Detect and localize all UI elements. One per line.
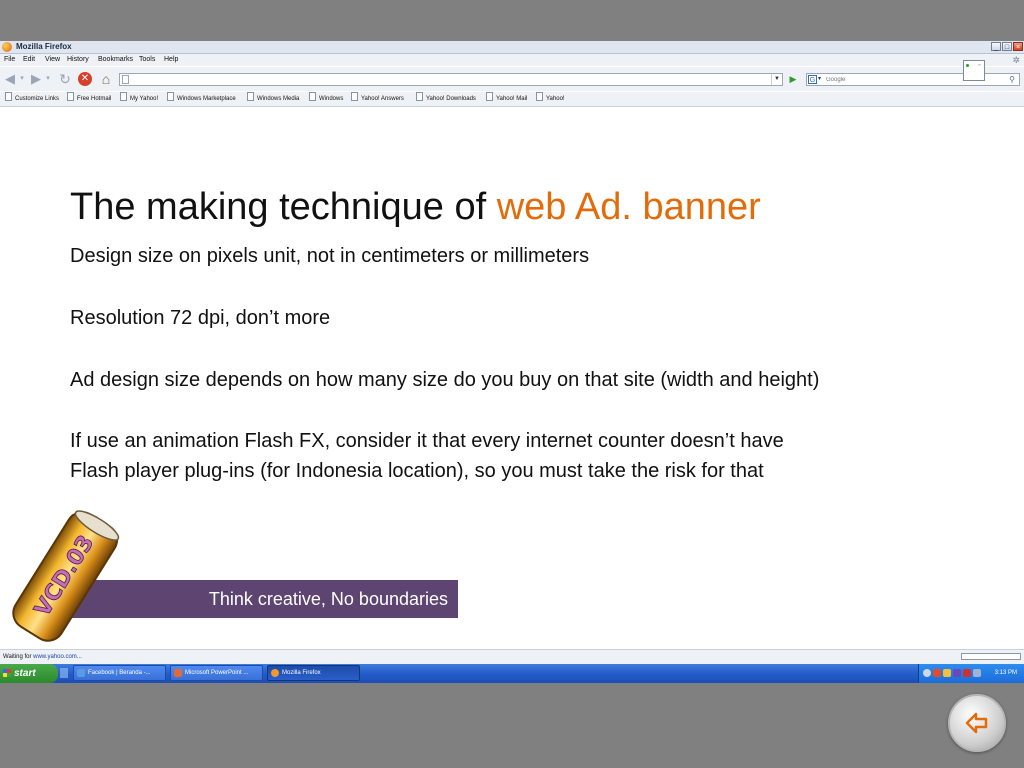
quick-launch-grip-icon[interactable] <box>60 668 68 678</box>
bookmark-item[interactable]: Customize Links <box>5 92 59 106</box>
maximize-button[interactable]: □ <box>1002 42 1012 51</box>
slide-bullet: Flash player plug-ins (for Indonesia loc… <box>70 460 764 482</box>
bookmark-page-icon <box>309 92 316 101</box>
status-text: Waiting for www.yahoo.com... <box>3 654 82 660</box>
window-title: Mozilla Firefox <box>16 42 72 51</box>
bookmark-item[interactable]: Windows Marketplace <box>167 92 236 106</box>
menu-file[interactable]: File <box>4 54 15 66</box>
bookmark-page-icon <box>67 92 74 101</box>
arrow-left-icon <box>965 712 988 734</box>
bookmarks-toolbar: Customize Links Free Hotmail My Yahoo! W… <box>0 92 1024 107</box>
next-slide-button[interactable] <box>948 694 1006 752</box>
tray-app-icon[interactable] <box>943 669 951 677</box>
start-button[interactable]: start <box>0 664 58 683</box>
bookmark-page-icon <box>167 92 174 101</box>
back-arrow-icon[interactable]: ◀ <box>2 70 18 88</box>
bookmark-item[interactable]: Yahoo! <box>536 92 565 106</box>
go-arrow-icon[interactable]: ▶ <box>787 73 799 86</box>
browser-window: Mozilla Firefox _ □ × File Edit View His… <box>0 41 1024 683</box>
tray-network-icon[interactable] <box>973 669 981 677</box>
minimize-button[interactable]: _ <box>991 42 1001 51</box>
menu-bar: File Edit View History Bookmarks Tools H… <box>0 54 1024 66</box>
forward-arrow-icon[interactable]: ▶ <box>28 70 44 88</box>
slide-bullet: Ad design size depends on how many size … <box>70 369 820 391</box>
tray-app-icon[interactable] <box>933 669 941 677</box>
bookmark-page-icon <box>486 92 493 101</box>
stop-icon[interactable]: ✕ <box>78 72 92 86</box>
windows-flag-icon <box>3 669 11 677</box>
address-dropdown-icon[interactable]: ▼ <box>771 74 782 85</box>
progress-bar <box>961 653 1021 660</box>
search-engine-dropdown-icon[interactable]: ▾ <box>818 74 821 85</box>
taskbar-item-facebook[interactable]: Facebook | Beranda -... <box>73 665 166 681</box>
search-bar: G ▾ ⚲ <box>806 73 1020 86</box>
slide-bullet: Design size on pixels unit, not in centi… <box>70 245 590 267</box>
menu-help[interactable]: Help <box>164 54 178 66</box>
search-icon[interactable]: ⚲ <box>1006 74 1018 85</box>
bookmark-item[interactable]: Windows <box>309 92 343 106</box>
bookmark-page-icon <box>247 92 254 101</box>
system-tray: 3:13 PM <box>918 664 1024 683</box>
menu-view[interactable]: View <box>45 54 60 66</box>
address-bar[interactable]: ▼ <box>119 73 783 86</box>
forward-dropdown-icon[interactable]: ▾ <box>45 70 51 88</box>
bookmark-page-icon <box>5 92 12 101</box>
bookmark-item[interactable]: My Yahoo! <box>120 92 158 106</box>
tray-app-icon[interactable] <box>963 669 971 677</box>
bookmark-item[interactable]: Yahoo! Downloads <box>416 92 476 106</box>
bookmark-item[interactable]: Free Hotmail <box>67 92 111 106</box>
status-bar: Waiting for www.yahoo.com... <box>0 649 1024 664</box>
vcd-can-logo: VCD.03 <box>12 510 120 642</box>
status-dot-icon <box>966 64 969 67</box>
tagline-text: Think creative, No boundaries <box>208 589 448 609</box>
bookmark-item[interactable]: Yahoo! Mail <box>486 92 527 106</box>
ie-icon <box>77 669 85 677</box>
taskbar-item-firefox[interactable]: Mozilla Firefox <box>267 665 360 681</box>
navigation-toolbar: ◀ ▾ ▶ ▾ ↻ ✕ ⌂ ▼ ▶ G ▾ ⚲ <box>0 67 1024 91</box>
title-bar: Mozilla Firefox _ □ × <box>0 41 1024 54</box>
menu-tools[interactable]: Tools <box>139 54 155 66</box>
back-dropdown-icon[interactable]: ▾ <box>19 70 25 88</box>
clock: 3:13 PM <box>994 670 1017 676</box>
menu-edit[interactable]: Edit <box>23 54 35 66</box>
tray-app-icon[interactable] <box>953 669 961 677</box>
close-button[interactable]: × <box>1013 42 1023 51</box>
menu-bookmarks[interactable]: Bookmarks <box>98 54 133 66</box>
bookmark-item[interactable]: Windows Media <box>247 92 299 106</box>
popup-mark-icon: ▫▫ <box>978 62 981 67</box>
slide-title: The making technique of web Ad. banner <box>70 181 761 233</box>
title-accent-text: web Ad. banner <box>496 186 761 228</box>
firefox-logo-icon <box>2 42 12 52</box>
slide-bullet: If use an animation Flash FX, consider i… <box>70 430 784 452</box>
slide-bullet: Resolution 72 dpi, don’t more <box>70 307 331 329</box>
windows-taskbar: start Facebook | Beranda -... Microsoft … <box>0 664 1024 683</box>
title-main-text: The making technique of <box>70 186 497 228</box>
powerpoint-icon <box>174 669 182 677</box>
home-icon[interactable]: ⌂ <box>97 70 115 88</box>
throbber-icon: ✲ <box>1012 55 1020 65</box>
taskbar-item-powerpoint[interactable]: Microsoft PowerPoint ... <box>170 665 263 681</box>
bookmark-item[interactable]: Yahoo! Answers <box>351 92 404 106</box>
bookmark-page-icon <box>351 92 358 101</box>
tray-expand-icon[interactable] <box>923 669 931 677</box>
search-engine-icon[interactable]: G <box>808 75 817 84</box>
firefox-icon <box>271 669 279 677</box>
bookmark-page-icon <box>416 92 423 101</box>
menu-history[interactable]: History <box>67 54 89 66</box>
bookmark-page-icon <box>536 92 543 101</box>
popup-window[interactable]: ▫▫ <box>963 60 985 81</box>
page-icon <box>122 75 129 84</box>
bookmark-page-icon <box>120 92 127 101</box>
reload-icon[interactable]: ↻ <box>57 70 73 88</box>
